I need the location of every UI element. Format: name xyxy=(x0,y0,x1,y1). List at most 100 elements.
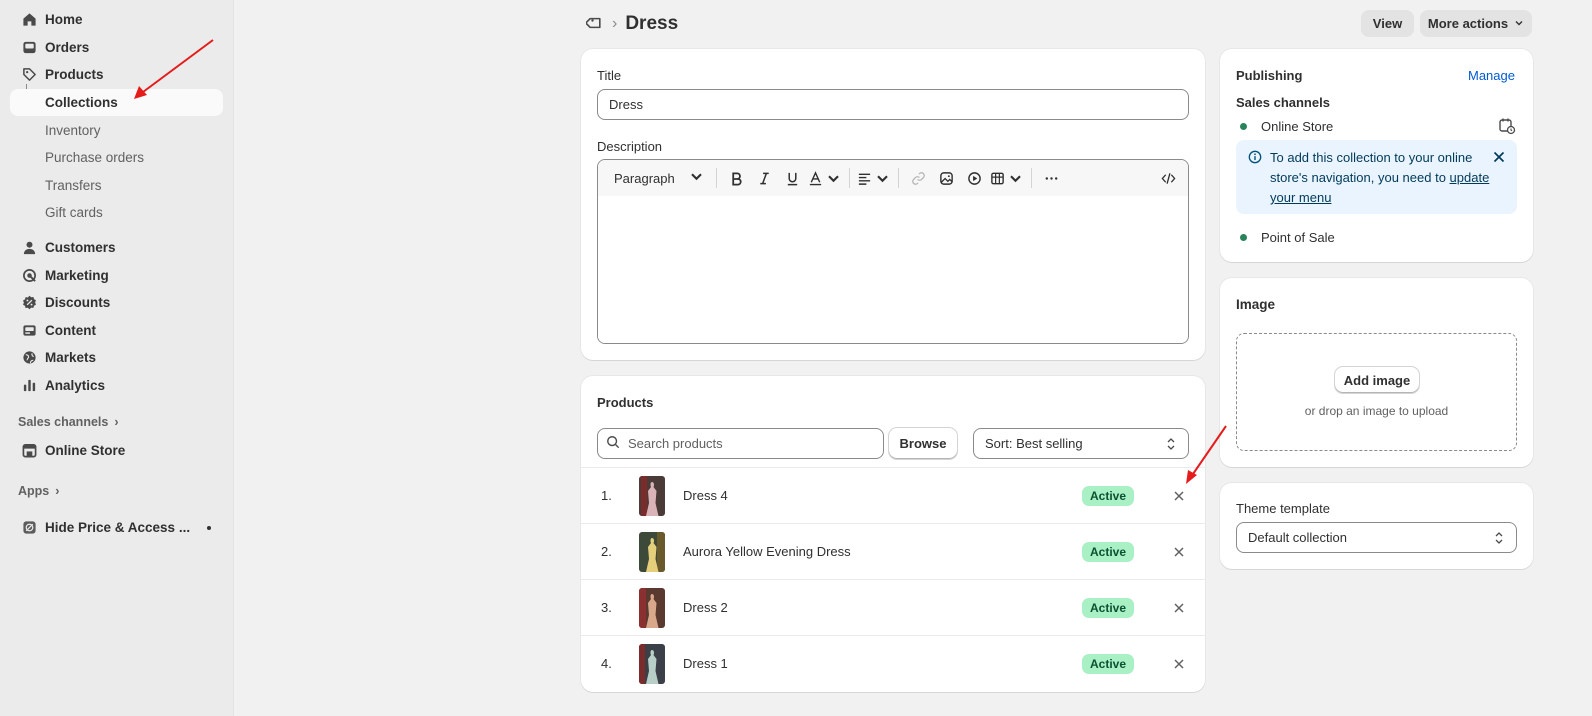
description-textarea[interactable] xyxy=(598,196,1188,343)
breadcrumb-separator-icon: › xyxy=(612,15,618,32)
underline-icon[interactable] xyxy=(779,164,807,192)
close-banner-icon[interactable] xyxy=(1493,151,1505,166)
sidebar-item-purchase-orders[interactable]: Purchase orders xyxy=(10,144,223,171)
view-button-label: View xyxy=(1372,16,1403,31)
calendar-schedule-icon[interactable] xyxy=(1498,117,1516,138)
product-name[interactable]: Dress 2 xyxy=(683,600,728,615)
sidebar-item-transfers[interactable]: Transfers xyxy=(10,172,223,199)
title-label: Title xyxy=(597,68,622,83)
search-products-input[interactable]: Search products xyxy=(597,428,884,459)
more-dot-icon[interactable] xyxy=(207,525,211,530)
remove-product-icon[interactable] xyxy=(1171,600,1187,616)
image-dropzone[interactable]: Add image or drop an image to upload xyxy=(1236,333,1517,451)
sidebar-item-label: Online Store xyxy=(45,443,126,458)
editor-toolbar: Paragraph xyxy=(598,160,1188,196)
sidebar-item-app[interactable]: Hide Price & Access ... xyxy=(10,514,223,541)
product-thumbnail xyxy=(639,644,665,684)
sidebar-item-content[interactable]: Content xyxy=(10,317,223,344)
sidebar-item-home[interactable]: Home xyxy=(10,6,223,33)
products-card: Products Search products Browse Sort: Be… xyxy=(581,376,1205,692)
banner-text: To add this collection to your online st… xyxy=(1270,148,1490,208)
remove-product-icon[interactable] xyxy=(1171,656,1187,672)
sidebar-item-gift-cards[interactable]: Gift cards xyxy=(10,199,223,226)
sidebar-item-markets[interactable]: Markets xyxy=(10,344,223,371)
italic-icon[interactable] xyxy=(751,164,779,192)
add-image-label: Add image xyxy=(1343,372,1411,388)
product-row[interactable]: 2. Aurora Yellow Evening Dress Active xyxy=(581,523,1205,579)
sales-channels-label: Sales channels xyxy=(18,415,109,429)
sidebar: Home Orders Products Collections Invento… xyxy=(0,0,234,716)
drop-hint: or drop an image to upload xyxy=(1304,404,1449,418)
code-icon[interactable] xyxy=(1154,164,1182,192)
sidebar-item-label: Purchase orders xyxy=(45,150,145,165)
product-row[interactable]: 1. Dress 4 Active xyxy=(581,467,1205,523)
sidebar-item-products[interactable]: Products xyxy=(10,61,223,88)
status-badge: Active xyxy=(1082,541,1134,562)
link-icon[interactable] xyxy=(905,164,933,192)
remove-product-icon[interactable] xyxy=(1171,544,1187,560)
sidebar-item-orders[interactable]: Orders xyxy=(10,34,223,61)
sidebar-item-marketing[interactable]: Marketing xyxy=(10,262,223,289)
sidebar-item-label: Analytics xyxy=(45,378,106,393)
toolbar-divider xyxy=(848,168,850,188)
sidebar-item-online-store[interactable]: Online Store xyxy=(10,437,223,464)
sales-channels-section[interactable]: Sales channels › xyxy=(18,415,119,429)
channel-status-dot xyxy=(1240,123,1247,130)
app-icon xyxy=(16,514,42,541)
align-icon[interactable] xyxy=(856,164,892,192)
bold-icon[interactable] xyxy=(723,164,751,192)
view-button[interactable]: View xyxy=(1361,10,1414,37)
search-placeholder: Search products xyxy=(628,436,723,451)
chevron-right-icon: › xyxy=(55,484,60,498)
product-thumbnail xyxy=(639,476,665,516)
publishing-card: Publishing Manage Sales channels Online … xyxy=(1220,49,1533,262)
target-icon xyxy=(16,262,42,289)
sidebar-item-label: Content xyxy=(45,323,96,338)
navigation-info-banner: To add this collection to your online st… xyxy=(1236,140,1517,214)
theme-template-select[interactable]: Default collection xyxy=(1236,522,1517,553)
image-icon[interactable] xyxy=(933,164,961,192)
sidebar-item-label: Inventory xyxy=(45,123,101,138)
image-card: Image Add image or drop an image to uplo… xyxy=(1220,278,1533,467)
sidebar-item-inventory[interactable]: Inventory xyxy=(10,117,223,144)
remove-product-icon[interactable] xyxy=(1171,488,1187,504)
product-row[interactable]: 4. Dress 1 Active xyxy=(581,635,1205,691)
sidebar-item-discounts[interactable]: Discounts xyxy=(10,289,223,316)
more-options-icon[interactable] xyxy=(1038,164,1066,192)
image-heading: Image xyxy=(1236,297,1276,312)
row-number: 4. xyxy=(601,656,612,671)
sidebar-item-label: Customers xyxy=(45,240,116,255)
globe-icon xyxy=(16,344,42,371)
product-row[interactable]: 3. Dress 2 Active xyxy=(581,579,1205,635)
browse-button[interactable]: Browse xyxy=(889,428,957,459)
sidebar-item-analytics[interactable]: Analytics xyxy=(10,372,223,399)
sort-label: Sort: Best selling xyxy=(985,436,1083,451)
sidebar-item-customers[interactable]: Customers xyxy=(10,234,223,261)
row-number: 1. xyxy=(601,488,612,503)
table-icon[interactable] xyxy=(989,164,1025,192)
description-label: Description xyxy=(597,139,663,154)
status-badge: Active xyxy=(1082,653,1134,674)
add-image-button[interactable]: Add image xyxy=(1335,367,1419,393)
sort-select[interactable]: Sort: Best selling xyxy=(973,428,1189,459)
paragraph-dropdown[interactable]: Paragraph xyxy=(614,164,710,192)
manage-link[interactable]: Manage xyxy=(1468,68,1515,83)
theme-template-card: Theme template Default collection xyxy=(1220,483,1533,569)
product-thumbnail xyxy=(639,532,665,572)
channel-name: Point of Sale xyxy=(1261,230,1335,245)
more-actions-button[interactable]: More actions xyxy=(1420,10,1532,37)
title-input[interactable]: Dress xyxy=(597,89,1189,120)
discount-icon xyxy=(16,289,42,316)
tag-icon[interactable] xyxy=(585,14,604,35)
products-heading: Products xyxy=(597,395,654,410)
apps-label: Apps xyxy=(18,484,50,498)
sidebar-item-collections[interactable]: Collections xyxy=(10,89,223,116)
apps-section[interactable]: Apps › xyxy=(18,484,59,498)
product-name[interactable]: Dress 1 xyxy=(683,656,728,671)
video-icon[interactable] xyxy=(961,164,989,192)
sales-channels-label: Sales channels xyxy=(1236,95,1330,110)
product-name[interactable]: Dress 4 xyxy=(683,488,728,503)
text-color-icon[interactable] xyxy=(807,164,843,192)
product-name[interactable]: Aurora Yellow Evening Dress xyxy=(683,544,851,559)
select-arrows-icon xyxy=(1166,437,1176,454)
